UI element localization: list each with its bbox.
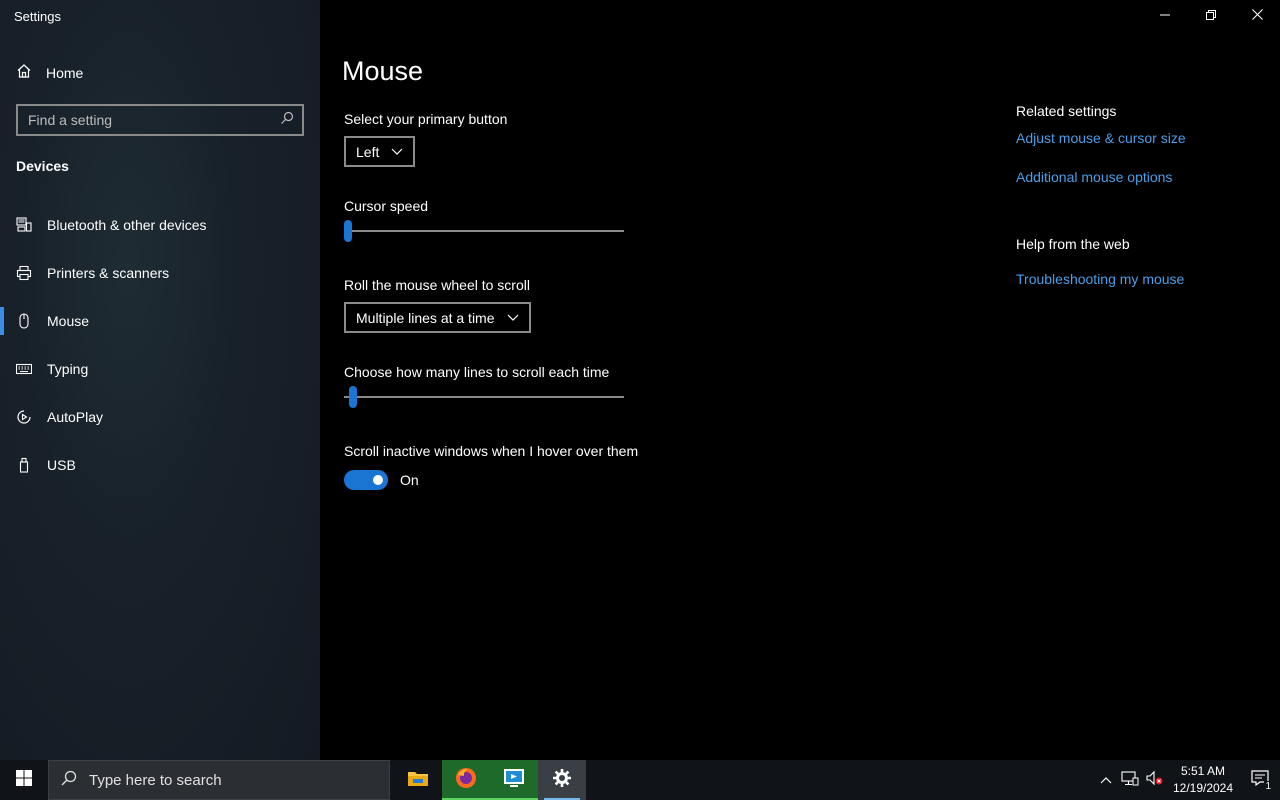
clock-date: 12/19/2024 (1172, 781, 1234, 795)
primary-button-dropdown[interactable]: Left (344, 136, 416, 167)
adjust-cursor-size-link[interactable]: Adjust mouse & cursor size (1016, 130, 1186, 146)
close-button[interactable] (1234, 0, 1280, 32)
taskbar-settings[interactable] (538, 760, 586, 800)
home-label: Home (46, 65, 84, 81)
sidebar-item-label: Typing (47, 361, 89, 377)
usb-icon (16, 457, 32, 473)
close-icon (1251, 7, 1263, 25)
lines-scroll-slider[interactable] (344, 385, 624, 409)
gear-icon (552, 768, 572, 793)
page-title: Mouse (342, 56, 424, 86)
find-setting-search (16, 104, 304, 136)
firefox-icon (455, 767, 477, 794)
network-button[interactable] (1118, 760, 1142, 800)
section-heading: Devices (16, 158, 69, 174)
volume-muted-icon (1145, 770, 1163, 791)
sidebar-item-label: AutoPlay (47, 409, 104, 425)
minimize-icon (1160, 7, 1170, 25)
taskbar-clock[interactable]: 5:51 AM 12/19/2024 (1166, 763, 1240, 797)
additional-mouse-options-link[interactable]: Additional mouse options (1016, 169, 1172, 185)
clock-time: 5:51 AM (1180, 764, 1226, 778)
lines-scroll-label: Choose how many lines to scroll each tim… (344, 364, 610, 380)
slider-thumb[interactable] (344, 220, 352, 242)
sidebar-item-usb[interactable]: USB (0, 441, 320, 489)
autoplay-icon (16, 409, 32, 425)
sidebar-item-mouse[interactable]: Mouse (0, 297, 320, 345)
primary-button-value: Left (356, 143, 380, 160)
sidebar-item-typing[interactable]: Typing (0, 345, 320, 393)
minimize-button[interactable] (1142, 0, 1188, 32)
settings-window: Settings Home Devices Bluetooth & other … (0, 0, 1280, 760)
search-icon (61, 770, 77, 791)
windows-logo-icon (16, 769, 32, 791)
nav-list: Bluetooth & other devices Printers & sca… (0, 201, 320, 489)
restore-button[interactable] (1188, 0, 1234, 32)
printer-icon (16, 265, 32, 281)
chevron-down-icon (507, 314, 519, 322)
show-hidden-icons-button[interactable] (1094, 760, 1118, 800)
scroll-inactive-toggle[interactable] (344, 470, 388, 490)
sidebar-item-bluetooth[interactable]: Bluetooth & other devices (0, 201, 320, 249)
sidebar-item-label: Mouse (47, 313, 90, 329)
cursor-speed-label: Cursor speed (344, 198, 429, 214)
chevron-down-icon (391, 148, 403, 156)
sidebar-item-printers[interactable]: Printers & scanners (0, 249, 320, 297)
sidebar-item-label: USB (47, 457, 76, 473)
app-title: Settings (14, 9, 61, 24)
network-icon (1121, 770, 1139, 791)
system-tray: 5:51 AM 12/19/2024 1 (1094, 760, 1280, 800)
primary-button-label: Select your primary button (344, 111, 508, 127)
volume-button[interactable] (1142, 760, 1166, 800)
troubleshooting-mouse-link[interactable]: Troubleshooting my mouse (1016, 271, 1184, 287)
remote-desktop-icon (503, 768, 525, 793)
bluetooth-devices-icon (16, 217, 32, 233)
slider-track (344, 230, 624, 232)
taskbar-file-explorer[interactable] (394, 760, 442, 800)
keyboard-icon (16, 361, 32, 377)
wheel-scroll-dropdown[interactable]: Multiple lines at a time (344, 302, 531, 333)
taskbar: Type here to search 5:51 AM 12/19/2024 1 (0, 760, 1280, 800)
search-icon[interactable] (280, 111, 294, 130)
home-icon (16, 63, 32, 84)
slider-thumb[interactable] (349, 386, 357, 408)
taskbar-search[interactable]: Type here to search (48, 760, 390, 800)
window-controls (1142, 0, 1280, 32)
notification-count: 1 (1264, 781, 1272, 792)
sidebar-item-autoplay[interactable]: AutoPlay (0, 393, 320, 441)
action-center-button[interactable]: 1 (1240, 760, 1280, 800)
home-nav-item[interactable]: Home (0, 56, 320, 90)
folder-icon (407, 769, 429, 792)
start-button[interactable] (0, 760, 48, 800)
taskbar-search-placeholder: Type here to search (89, 771, 222, 789)
find-setting-input[interactable] (28, 112, 280, 128)
wheel-scroll-value: Multiple lines at a time (356, 309, 495, 326)
mouse-icon (16, 313, 32, 329)
taskbar-apps (394, 760, 586, 800)
slider-track (344, 396, 624, 398)
sidebar: Settings Home Devices Bluetooth & other … (0, 0, 320, 760)
taskbar-firefox[interactable] (442, 760, 490, 800)
chevron-up-icon (1100, 771, 1112, 789)
toggle-state-label: On (400, 472, 419, 488)
taskbar-remote-app[interactable] (490, 760, 538, 800)
scroll-inactive-label: Scroll inactive windows when I hover ove… (344, 443, 639, 459)
cursor-speed-slider[interactable] (344, 219, 624, 243)
related-settings-heading: Related settings (1016, 103, 1117, 119)
sidebar-item-label: Bluetooth & other devices (47, 217, 207, 233)
help-from-web-heading: Help from the web (1016, 236, 1130, 252)
wheel-scroll-label: Roll the mouse wheel to scroll (344, 277, 530, 293)
scroll-inactive-row: On (344, 470, 419, 490)
restore-icon (1206, 7, 1216, 25)
toggle-knob (373, 475, 383, 485)
sidebar-item-label: Printers & scanners (47, 265, 170, 281)
